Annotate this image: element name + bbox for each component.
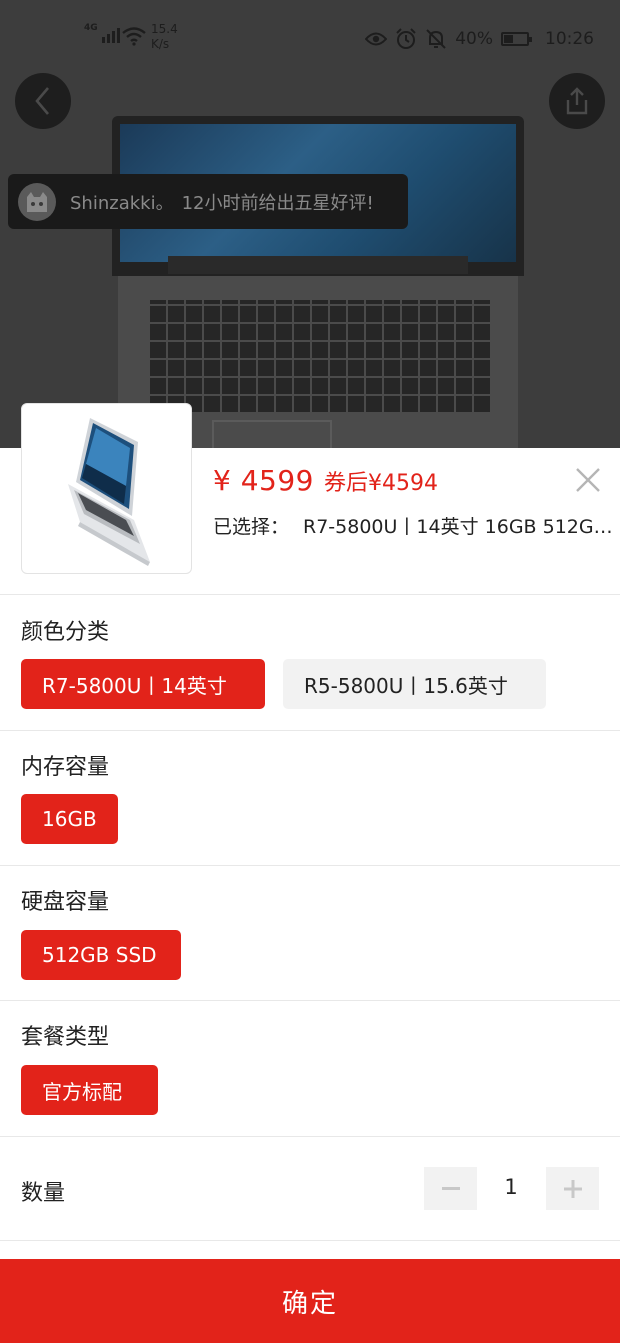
clock: 10:26: [545, 29, 594, 49]
divider: [0, 865, 620, 866]
option-memory-16gb[interactable]: 16GB: [21, 794, 118, 844]
eye-icon: [365, 32, 388, 46]
wifi-icon: [122, 27, 146, 46]
battery-icon: [501, 32, 532, 46]
section-title-color: 颜色分类: [21, 620, 110, 645]
sku-selection-sheet: ¥ 4599 券后¥4594 已选择： R7-5800U丨14英寸 16GB 51…: [0, 403, 620, 1343]
option-color-r7[interactable]: R7-5800U丨14英寸: [21, 659, 265, 709]
product-image-keyboard: [150, 300, 490, 412]
divider: [0, 730, 620, 731]
minus-icon: [441, 1186, 460, 1190]
quantity-increase-button[interactable]: [546, 1167, 599, 1210]
share-button[interactable]: [549, 73, 605, 129]
section-title-storage: 硬盘容量: [21, 890, 110, 915]
section-title-memory: 内存容量: [21, 755, 110, 780]
network-speed: 15.4 K/s: [151, 22, 178, 51]
product-thumbnail: [21, 403, 192, 574]
avatar: [18, 182, 56, 221]
cellular-signal-icon: 4G: [84, 23, 120, 43]
chevron-left-icon: [35, 87, 49, 115]
bell-muted-icon: [426, 29, 446, 49]
review-toast: Shinzakki。 12小时前给出五星好评!: [8, 174, 408, 229]
product-page-backdrop: 4G 15.4 K/s 40% 10:26 Shinzakki。 12小时前给出…: [0, 0, 620, 448]
alarm-icon: [396, 28, 416, 49]
divider: [0, 1000, 620, 1001]
quantity-decrease-button[interactable]: [424, 1167, 477, 1210]
price: ¥ 4599: [213, 464, 314, 497]
close-icon: [576, 468, 600, 492]
coupon-price: 券后¥4594: [324, 471, 438, 496]
network-type: 4G: [84, 23, 98, 33]
quantity-value[interactable]: 1: [478, 1175, 544, 1199]
back-button[interactable]: [15, 73, 71, 129]
quantity-label: 数量: [21, 1181, 66, 1206]
price-row: ¥ 4599 券后¥4594: [213, 464, 438, 497]
option-package-official[interactable]: 官方标配: [21, 1065, 158, 1115]
section-title-package: 套餐类型: [21, 1025, 110, 1050]
close-button[interactable]: [572, 464, 604, 496]
avatar-cat-icon: [27, 191, 47, 212]
option-storage-512gb[interactable]: 512GB SSD: [21, 930, 181, 980]
plus-icon: [563, 1179, 582, 1198]
confirm-button[interactable]: 确定: [0, 1259, 620, 1343]
divider: [0, 1240, 620, 1241]
option-color-r5[interactable]: R5-5800U丨15.6英寸: [283, 659, 546, 709]
selected-spec: 已选择：R7-5800U丨14英寸 16GB 512GB SSD 官方标配: [213, 516, 617, 538]
battery-percent: 40%: [455, 29, 493, 49]
laptop-thumbnail-image: [68, 418, 150, 566]
review-user: Shinzakki。: [70, 192, 174, 214]
status-bar: 4G 15.4 K/s 40% 10:26: [0, 0, 620, 76]
divider: [0, 594, 620, 595]
divider: [0, 1136, 620, 1137]
share-icon: [566, 87, 588, 115]
review-message: 12小时前给出五星好评!: [181, 192, 374, 214]
